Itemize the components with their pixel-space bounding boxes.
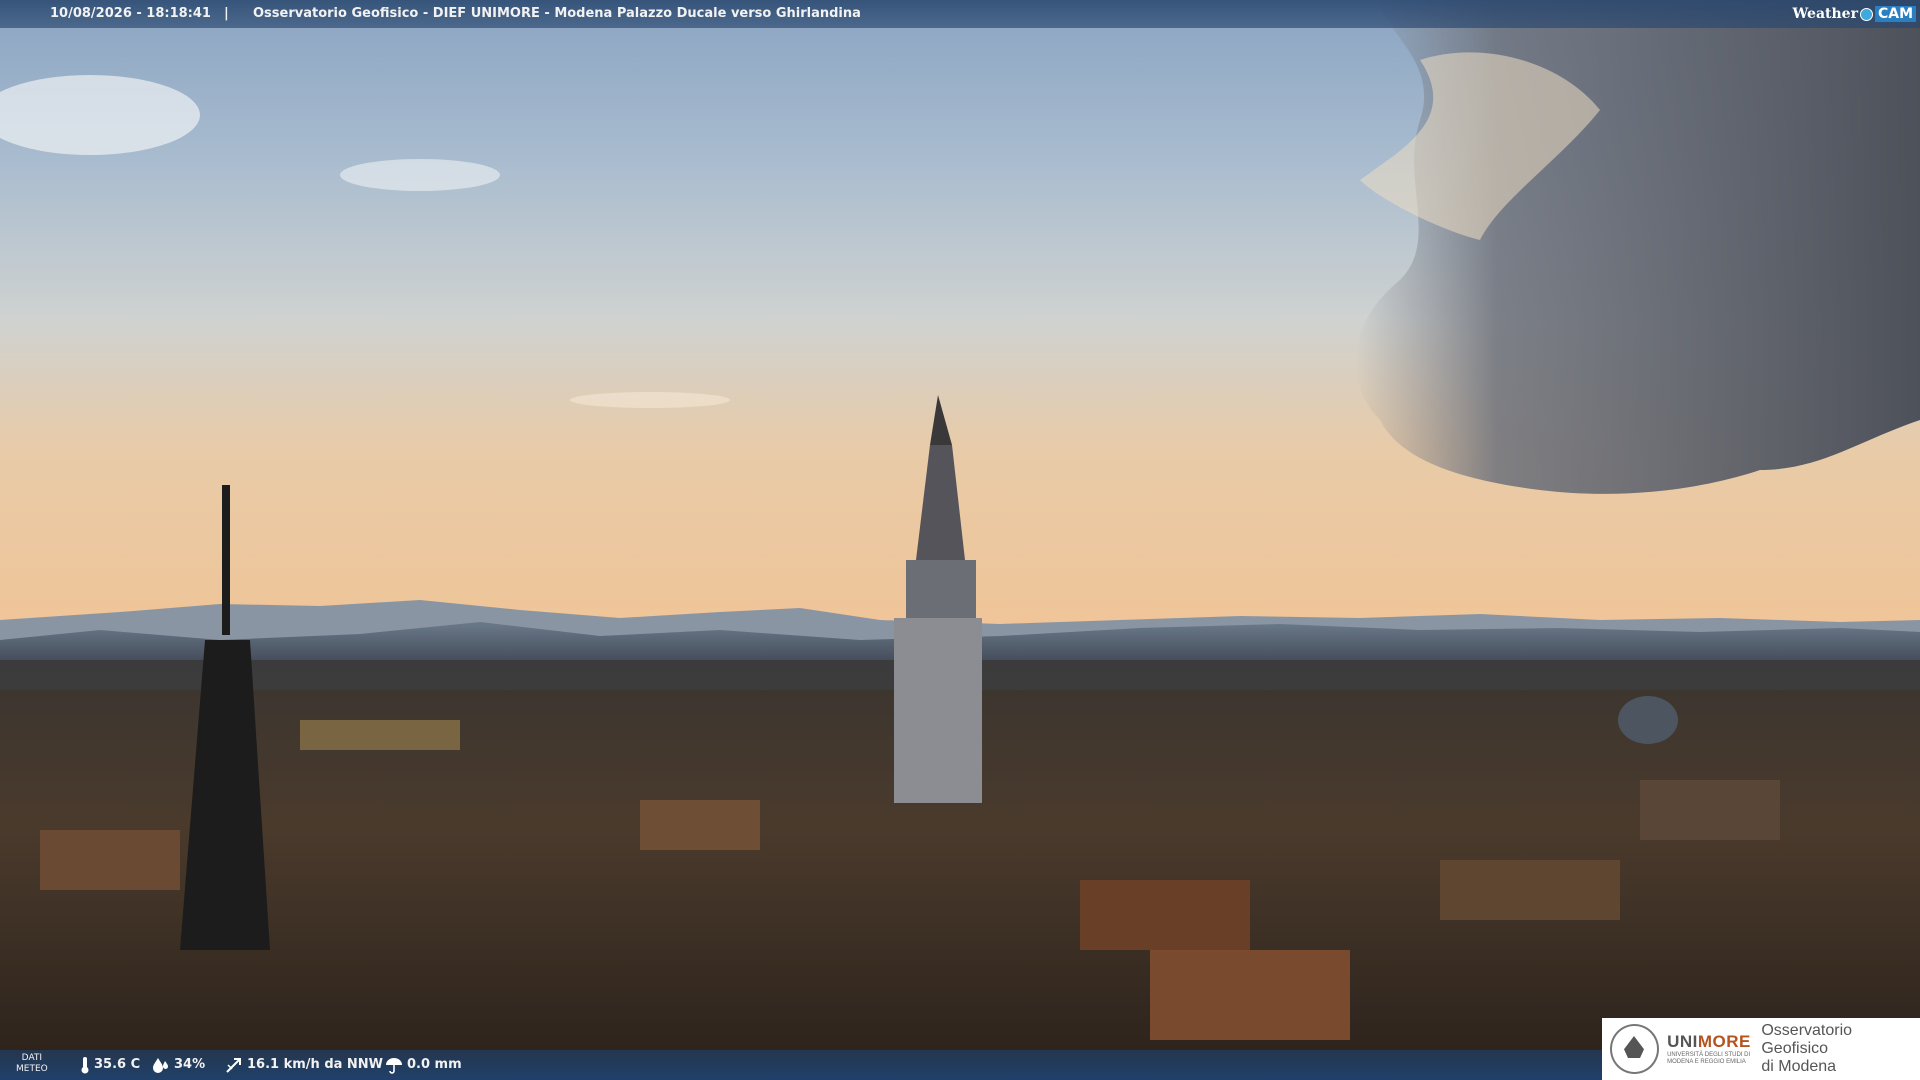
wind-value: 16.1 km/h da NNW: [247, 1057, 384, 1072]
humidity-readout: 34%: [152, 1050, 205, 1080]
webcam-image: [0, 0, 1920, 1080]
observatory-line-1: Osservatorio Geofisico: [1761, 1022, 1853, 1057]
uni-subtitle-2: MODENA E REGGIO EMILIA: [1667, 1059, 1746, 1065]
humidity-value: 34%: [174, 1057, 206, 1072]
observatory-line-2: di Modena: [1761, 1058, 1837, 1075]
camera-title: Osservatorio Geofisico - DIEF UNIMORE - …: [253, 6, 861, 21]
temperature-readout: 35.6 C: [80, 1050, 140, 1080]
dati-meteo-label: DATI METEO: [16, 1053, 48, 1075]
wind-readout: 16.1 km/h da NNW: [225, 1050, 383, 1080]
university-seal-icon: [1610, 1024, 1660, 1074]
dati-label: DATI: [21, 1053, 43, 1063]
unimore-branding: UNIMORE UNIVERSITÀ DEGLI STUDI DI MODENA…: [1602, 1018, 1920, 1080]
wind-arrow-icon: [226, 1058, 241, 1073]
humidity-drop-icon: [153, 1058, 168, 1073]
umbrella-rain-icon: [386, 1058, 402, 1074]
top-info-bar: 10/08/2026 - 18:18:41 | Osservatorio Geo…: [0, 0, 1920, 28]
meteo-label: METEO: [16, 1064, 48, 1074]
timestamp: 10/08/2026 - 18:18:41: [50, 6, 211, 21]
weathercam-logo: Weather CAM: [1788, 0, 1920, 28]
uni-suffix: MORE: [1697, 1032, 1751, 1051]
thermometer-icon: [81, 1057, 89, 1074]
uni-subtitle-1: UNIVERSITÀ DEGLI STUDI DI: [1667, 1052, 1751, 1058]
temperature-value: 35.6 C: [94, 1057, 141, 1072]
weathercam-logo-right: CAM: [1874, 6, 1916, 22]
weathercam-dot-icon: [1859, 7, 1873, 21]
rain-value: 0.0 mm: [407, 1057, 462, 1072]
uni-prefix: UNI: [1667, 1032, 1698, 1051]
observatory-name: Osservatorio Geofisico di Modena: [1761, 1022, 1920, 1076]
unimore-logo: UNIMORE UNIVERSITÀ DEGLI STUDI DI MODENA…: [1667, 1032, 1753, 1066]
rain-readout: 0.0 mm: [385, 1050, 462, 1080]
separator: |: [224, 6, 229, 21]
weathercam-logo-left: Weather: [1792, 6, 1858, 22]
